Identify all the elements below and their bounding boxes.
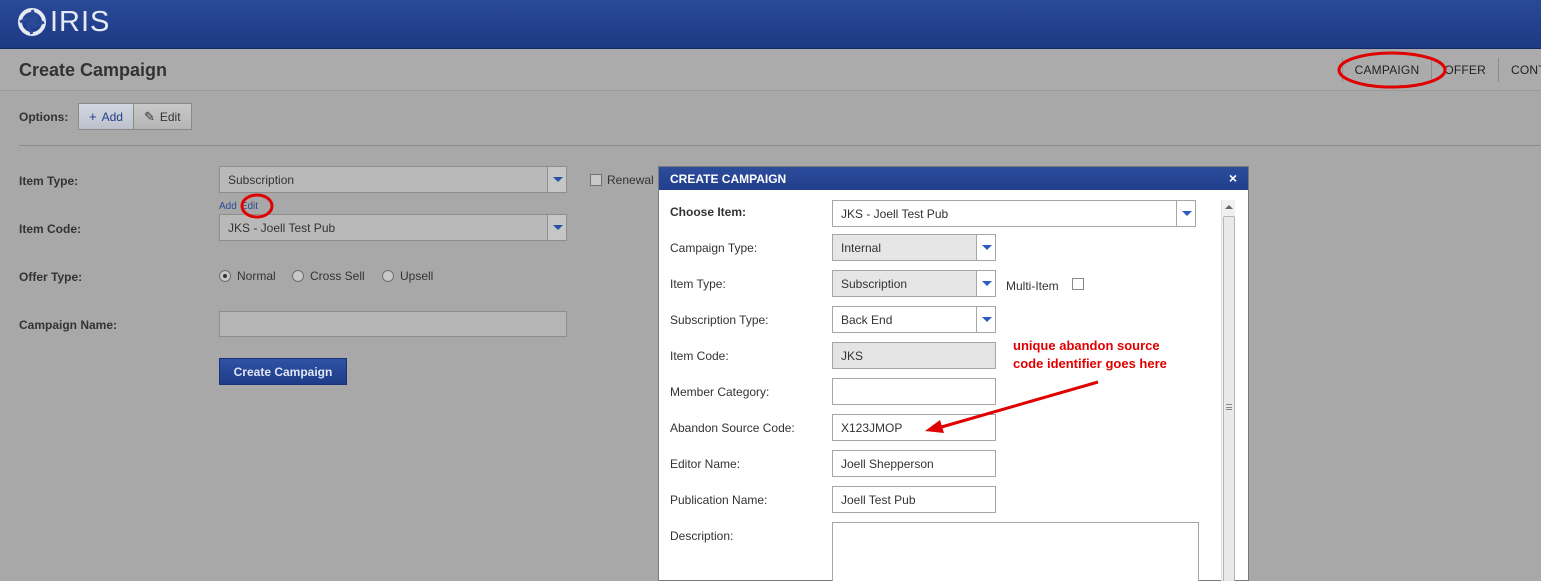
publication-name-label: Publication Name: — [670, 493, 768, 507]
options-label: Options: — [19, 110, 69, 124]
edit-item-link[interactable]: Edit — [241, 201, 258, 212]
plus-icon: + — [89, 109, 97, 124]
choose-item-value: JKS - Joell Test Pub — [841, 207, 949, 221]
campaign-type-label: Campaign Type: — [670, 241, 758, 255]
options-button-group: + Add ✎ Edit — [78, 103, 192, 130]
description-textarea[interactable] — [832, 522, 1199, 581]
member-category-input[interactable] — [832, 378, 996, 405]
choose-item-select[interactable]: JKS - Joell Test Pub — [832, 200, 1196, 227]
item-type-value: Subscription — [228, 173, 295, 187]
annotation-line-1: unique abandon source — [1013, 338, 1160, 353]
chevron-down-icon[interactable] — [1176, 201, 1195, 226]
close-icon[interactable]: × — [1229, 170, 1237, 186]
editor-name-input[interactable]: Joell Shepperson — [832, 450, 996, 477]
renewal-label: Renewal — [607, 173, 654, 187]
create-campaign-button[interactable]: Create Campaign — [219, 358, 347, 385]
chevron-down-icon[interactable] — [976, 235, 995, 260]
multi-item-label: Multi-Item — [1006, 279, 1059, 293]
annotation-line-2: code identifier goes here — [1013, 356, 1167, 371]
add-button[interactable]: + Add — [79, 104, 133, 129]
publication-name-input[interactable]: Joell Test Pub — [832, 486, 996, 513]
subscription-type-value: Back End — [841, 313, 893, 327]
edit-button-label: Edit — [159, 109, 181, 124]
page-title: Create Campaign — [19, 60, 168, 80]
renewal-checkbox[interactable] — [590, 174, 602, 186]
item-code-label: Item Code: — [19, 222, 82, 236]
offer-type-upsell-label: Upsell — [400, 269, 434, 283]
editor-name-value: Joell Shepperson — [841, 457, 934, 471]
member-category-label: Member Category: — [670, 385, 770, 399]
subscription-type-select[interactable]: Back End — [832, 306, 996, 333]
modal-item-code-value: JKS — [841, 349, 864, 363]
modal-item-type-select[interactable]: Subscription — [832, 270, 996, 297]
choose-item-label: Choose Item: — [670, 205, 747, 219]
chevron-down-icon[interactable] — [547, 215, 566, 240]
modal-header: CREATE CAMPAIGN × — [659, 167, 1248, 190]
top-bar: IRIS — [0, 0, 1541, 49]
offer-type-upsell-radio[interactable] — [382, 270, 394, 282]
scroll-up-arrow-icon[interactable] — [1222, 200, 1236, 214]
campaign-type-value: Internal — [841, 241, 882, 255]
chevron-down-icon[interactable] — [976, 307, 995, 332]
item-code-select[interactable]: JKS - Joell Test Pub — [219, 214, 567, 241]
grip-icon — [1226, 404, 1232, 410]
item-code-links: Add Edit — [219, 201, 262, 212]
add-item-link[interactable]: Add — [219, 201, 237, 212]
iris-logo[interactable]: IRIS — [18, 6, 110, 38]
modal-item-code-field: JKS — [832, 342, 996, 369]
chevron-down-icon[interactable] — [547, 167, 566, 192]
divider — [19, 145, 1541, 146]
item-type-label: Item Type: — [19, 174, 79, 188]
campaign-type-select[interactable]: Internal — [832, 234, 996, 261]
abandon-source-code-value: X123JMOP — [841, 421, 903, 435]
logo-text: IRIS — [50, 5, 111, 38]
chevron-down-icon[interactable] — [976, 271, 995, 296]
abandon-source-code-label: Abandon Source Code: — [670, 421, 795, 435]
create-campaign-modal: CREATE CAMPAIGN × Choose Item: JKS - Joe… — [658, 166, 1249, 581]
campaign-name-input[interactable] — [219, 311, 567, 337]
description-label: Description: — [670, 529, 734, 543]
item-code-value: JKS - Joell Test Pub — [228, 221, 336, 235]
scrollbar-thumb[interactable] — [1223, 216, 1235, 581]
modal-item-type-label: Item Type: — [670, 277, 726, 291]
modal-item-code-label: Item Code: — [670, 349, 729, 363]
publication-name-value: Joell Test Pub — [841, 493, 916, 507]
multi-item-checkbox[interactable] — [1072, 278, 1084, 290]
modal-scrollbar[interactable] — [1221, 200, 1235, 581]
campaign-name-label: Campaign Name: — [19, 318, 118, 332]
offer-type-normal-radio[interactable] — [219, 270, 231, 282]
subscription-type-label: Subscription Type: — [670, 313, 769, 327]
annotation-note: unique abandon source code identifier go… — [1013, 337, 1233, 373]
title-row: Create Campaign CAMPAIGN OFFER CONT — [0, 49, 1541, 91]
modal-title: CREATE CAMPAIGN — [670, 172, 787, 186]
pencil-icon: ✎ — [143, 108, 155, 124]
edit-button[interactable]: ✎ Edit — [132, 104, 191, 129]
offer-type-cross-sell-radio[interactable] — [292, 270, 304, 282]
add-button-label: Add — [101, 109, 123, 124]
offer-type-cross-sell-label: Cross Sell — [310, 269, 365, 283]
nav-item-content[interactable]: CONT — [1498, 58, 1541, 82]
editor-name-label: Editor Name: — [670, 457, 741, 471]
modal-item-type-value: Subscription — [841, 277, 908, 291]
aperture-icon — [18, 8, 46, 36]
top-nav: CAMPAIGN OFFER CONT — [1341, 57, 1541, 83]
offer-type-normal-label: Normal — [237, 269, 276, 283]
abandon-source-code-input[interactable]: X123JMOP — [832, 414, 996, 441]
nav-item-offer[interactable]: OFFER — [1431, 58, 1498, 82]
offer-type-label: Offer Type: — [19, 270, 83, 284]
item-type-select[interactable]: Subscription — [219, 166, 567, 193]
nav-item-campaign[interactable]: CAMPAIGN — [1341, 58, 1432, 82]
